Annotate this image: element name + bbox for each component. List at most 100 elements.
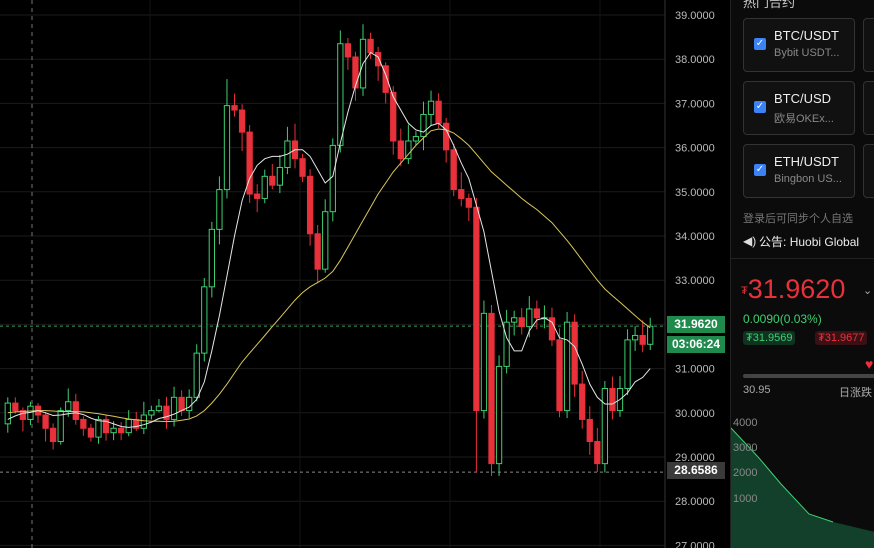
candle-body — [148, 410, 155, 416]
contract-card-partial[interactable] — [863, 144, 874, 198]
candle-body — [208, 228, 215, 288]
candle-body — [65, 401, 72, 412]
price-tick-label: 38.0000 — [675, 54, 715, 66]
price-tick-label: 28.0000 — [675, 496, 715, 508]
price-tick-label: 33.0000 — [675, 275, 715, 287]
currency-symbol: ₮ — [741, 284, 748, 297]
contract-card-btc-usd[interactable]: ✓ BTC/USD 欧易OKEx... — [743, 81, 855, 135]
card-source: Bybit USDT... — [774, 47, 840, 59]
last-price: ₮31.9620 — [741, 274, 845, 305]
candle-body — [314, 233, 321, 270]
candle-body — [299, 158, 306, 177]
notice-label: 公告: — [759, 235, 787, 249]
candle-body — [563, 321, 571, 412]
speaker-icon: ◀) — [743, 234, 757, 248]
candle-body — [647, 325, 654, 345]
candle-body — [140, 414, 147, 429]
candle-body — [223, 105, 231, 191]
card-pair: ETH/USDT — [774, 154, 839, 169]
candle-body — [367, 38, 374, 54]
candle-body — [458, 189, 465, 199]
candle-body — [4, 402, 11, 425]
price-tick-label: 31.0000 — [675, 364, 715, 376]
chart-canvas[interactable]: 39.0000 38.0000 37.0000 36.0000 35.0000 34.00… — [0, 0, 728, 548]
candle-body — [579, 383, 586, 420]
candle-body — [427, 100, 435, 115]
price-tick-label: 30.0000 — [675, 408, 715, 420]
candle-body — [631, 334, 639, 341]
right-panel: 热门合约 ✓ BTC/USDT Bybit USDT... ✓ BTC/USD … — [730, 0, 874, 548]
candle-body — [503, 321, 510, 367]
candle-body — [216, 189, 223, 230]
candle-body — [639, 334, 646, 345]
candle-body — [526, 308, 533, 328]
candle-body — [571, 321, 578, 385]
candle-body — [609, 387, 616, 412]
depth-axis-label: 4000 — [733, 417, 758, 429]
candle-body — [412, 136, 420, 142]
last-price-value: 31.9620 — [747, 274, 846, 304]
price-tick-label: 36.0000 — [675, 143, 715, 155]
reference-price-tag: 28.6586 — [667, 462, 725, 479]
candle-body — [352, 56, 359, 89]
candle-body — [322, 211, 329, 270]
candle-body — [480, 312, 488, 412]
candle-body — [49, 427, 57, 443]
candle-body — [72, 401, 79, 420]
candle-body — [420, 113, 427, 138]
price-tick-label: 34.0000 — [675, 231, 715, 243]
candle-body — [443, 122, 450, 151]
daily-low: 30.95 — [743, 384, 771, 396]
bid-price: ₮31.9569 — [743, 331, 796, 345]
candle-body — [231, 105, 238, 111]
price-tick-label: 39.0000 — [675, 10, 715, 22]
checkbox-checked-icon[interactable]: ✓ — [754, 101, 766, 113]
candle-body — [450, 149, 457, 191]
candle-body — [276, 166, 284, 186]
candlestick-chart[interactable]: 39.0000 38.0000 37.0000 36.0000 35.0000 34.00… — [0, 0, 728, 548]
candle-body — [178, 396, 185, 412]
notice-bar[interactable]: ◀) 公告: Huobi Global — [731, 228, 874, 252]
candle-body — [170, 396, 178, 420]
candle-body — [254, 193, 261, 199]
contract-card-partial[interactable] — [863, 81, 874, 135]
ma-slow-line — [7, 128, 651, 423]
candle-body — [201, 286, 208, 354]
ma-fast-line — [7, 51, 651, 428]
candle-body — [306, 175, 314, 235]
candle-body — [488, 312, 495, 465]
card-source: Bingbon US... — [774, 173, 842, 185]
candle-body — [125, 418, 132, 434]
candle-body — [594, 441, 601, 465]
price-change: 0.0090(0.03%) — [743, 312, 822, 326]
price-tick-label: 35.0000 — [675, 187, 715, 199]
contract-card-partial[interactable] — [863, 18, 874, 72]
candle-body — [374, 52, 382, 67]
candle-body — [533, 308, 540, 319]
candle-body — [556, 339, 563, 412]
contract-card-btc-usdt[interactable]: ✓ BTC/USDT Bybit USDT... — [743, 18, 855, 72]
chevron-down-icon[interactable]: ⌄ — [863, 284, 872, 297]
candle-body — [435, 100, 442, 124]
heart-icon[interactable]: ♥ — [865, 356, 873, 372]
depth-chart — [731, 427, 874, 548]
checkbox-checked-icon[interactable]: ✓ — [754, 38, 766, 50]
candle-body — [95, 418, 102, 438]
candle-body — [511, 317, 518, 323]
candle-body — [12, 402, 19, 412]
price-tick-label: 37.0000 — [675, 98, 715, 110]
contract-card-eth-usdt[interactable]: ✓ ETH/USDT Bingbon US... — [743, 144, 855, 198]
candle-body — [155, 405, 163, 412]
candle-body — [495, 365, 503, 465]
login-tip[interactable]: 登录后可同步个人自选 — [743, 210, 853, 226]
candle-countdown-tag: 03:06:24 — [667, 336, 725, 353]
candle-body — [473, 206, 480, 412]
depth-axis-label: 2000 — [733, 467, 758, 479]
price-tick-label: 27.0000 — [675, 540, 715, 548]
candle-body — [337, 43, 344, 146]
checkbox-checked-icon[interactable]: ✓ — [754, 164, 766, 176]
card-pair: BTC/USDT — [774, 28, 839, 43]
card-source: 欧易OKEx... — [774, 113, 834, 125]
candle-body — [261, 175, 268, 199]
candle-body — [110, 427, 117, 434]
